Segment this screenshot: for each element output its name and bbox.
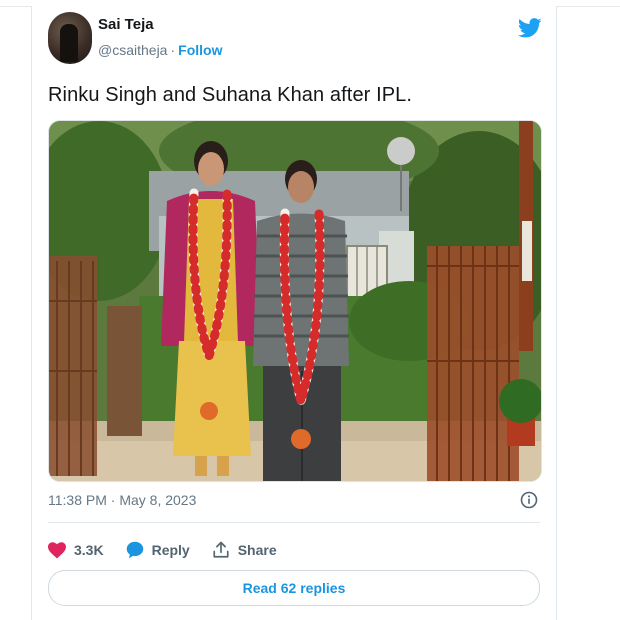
share-icon xyxy=(213,541,229,558)
actions-divider xyxy=(48,522,540,523)
author-handle-row: @csaitheja · Follow xyxy=(98,42,222,58)
like-button[interactable]: 3.3K xyxy=(48,541,104,559)
speech-bubble-icon xyxy=(126,541,143,559)
author-handle[interactable]: @csaitheja xyxy=(98,42,167,58)
tweet-text: Rinku Singh and Suhana Khan after IPL. xyxy=(48,84,413,106)
like-count: 3.3K xyxy=(74,542,104,558)
reply-label: Reply xyxy=(151,542,190,558)
timestamp[interactable]: 11:38 PM · May 8, 2023 xyxy=(48,492,196,508)
follow-button[interactable]: Follow xyxy=(178,42,222,58)
tweet-card: Sai Teja @csaitheja · Follow Rinku Singh a… xyxy=(31,6,557,620)
info-icon[interactable] xyxy=(520,491,538,509)
tweet-photo[interactable] xyxy=(48,120,542,482)
avatar[interactable] xyxy=(48,12,92,64)
reply-button[interactable]: Reply xyxy=(126,541,190,559)
read-replies-button[interactable]: Read 62 replies xyxy=(48,570,540,606)
twitter-bird-icon[interactable] xyxy=(518,18,542,38)
heart-icon xyxy=(48,541,66,558)
share-button[interactable]: Share xyxy=(212,541,277,559)
separator-dot: · xyxy=(170,42,176,58)
tweet-actions: 3.3K Reply Share xyxy=(48,538,299,562)
author-name[interactable]: Sai Teja xyxy=(98,16,154,33)
share-label: Share xyxy=(237,542,277,558)
